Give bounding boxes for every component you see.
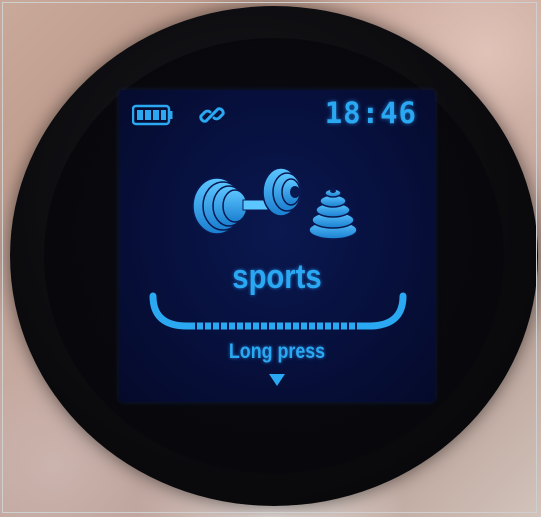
photo-background: 18:46 sports Long press xyxy=(0,0,541,517)
long-press-hint: Long press xyxy=(228,340,326,363)
watch-screen[interactable]: 18:46 sports Long press xyxy=(119,90,435,402)
progress-arc xyxy=(149,292,407,330)
dumbbell-weights-icon xyxy=(192,167,358,240)
clock-time: 18:46 xyxy=(324,96,417,130)
battery-full-icon xyxy=(132,104,173,126)
link-chain-icon xyxy=(199,107,225,123)
triangle-down-icon xyxy=(269,374,285,386)
